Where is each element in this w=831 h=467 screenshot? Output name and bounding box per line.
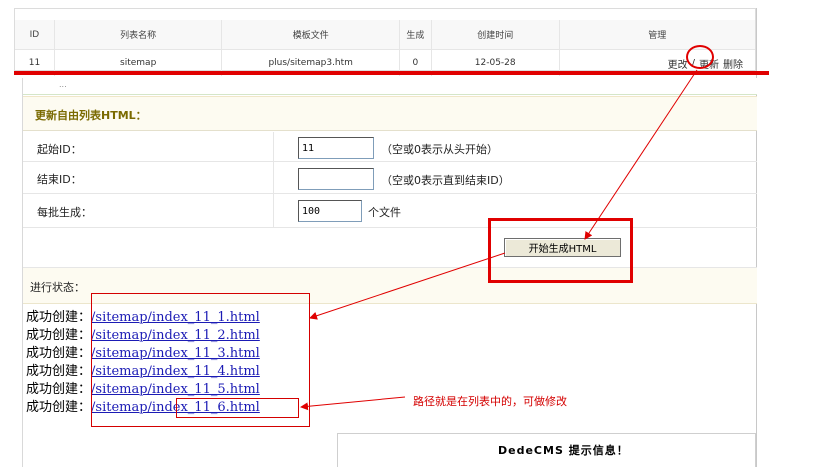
result-prefix: 成功创建： bbox=[26, 328, 92, 343]
info-box: DedeCMS 提示信息！ bbox=[337, 433, 756, 467]
result-prefix: 成功创建： bbox=[26, 364, 92, 379]
batch-unit: 个文件 bbox=[368, 206, 401, 219]
end-id-label: 结束ID： bbox=[37, 173, 82, 186]
red-divider-line bbox=[14, 71, 769, 75]
start-id-input[interactable]: 11 bbox=[298, 137, 374, 159]
end-id-hint: （空或0表示直到结束ID） bbox=[381, 174, 510, 187]
result-prefix: 成功创建： bbox=[26, 382, 92, 397]
result-prefix: 成功创建： bbox=[26, 310, 92, 325]
panel-title-bar: 更新自由列表HTML： bbox=[23, 96, 757, 131]
col-manage: 管理 bbox=[648, 31, 667, 41]
col-template: 模板文件 bbox=[222, 20, 400, 49]
annotation-note: 路径就是在列表中的，可做修改 bbox=[413, 395, 567, 408]
annotation-path-box bbox=[176, 398, 299, 418]
row-divider bbox=[273, 162, 274, 193]
row-divider bbox=[273, 132, 274, 161]
end-id-row: 结束ID： （空或0表示直到结束ID） bbox=[23, 162, 757, 194]
list-table: ID 列表名称 模板文件 生成 创建时间 管理 11 sitemap plus/… bbox=[14, 8, 756, 76]
status-label: 进行状态： bbox=[30, 281, 85, 294]
col-name: 列表名称 bbox=[55, 20, 223, 49]
edit-link[interactable]: 更改 bbox=[668, 56, 688, 71]
result-prefix: 成功创建： bbox=[26, 346, 92, 361]
start-id-label: 起始ID： bbox=[37, 143, 82, 156]
annotation-circle bbox=[686, 45, 714, 69]
strip-dots: ... bbox=[59, 80, 67, 89]
col-generated: 生成 bbox=[400, 20, 432, 49]
start-id-row: 起始ID： 11 （空或0表示从头开始） bbox=[23, 132, 757, 162]
button-row bbox=[23, 228, 757, 268]
col-created: 创建时间 bbox=[432, 20, 560, 49]
batch-row: 每批生成： 100 个文件 bbox=[23, 194, 757, 228]
col-id: ID bbox=[15, 20, 55, 49]
list-table-header: ID 列表名称 模板文件 生成 创建时间 管理 bbox=[15, 20, 755, 50]
result-prefix: 成功创建： bbox=[26, 400, 92, 415]
info-box-title: DedeCMS 提示信息！ bbox=[498, 444, 629, 457]
panel-title: 更新自由列表HTML： bbox=[35, 109, 147, 122]
delete-link[interactable]: 删除 bbox=[723, 56, 743, 71]
end-id-input[interactable] bbox=[298, 168, 374, 190]
panel-top-strip: ... bbox=[23, 78, 757, 95]
batch-label: 每批生成： bbox=[37, 206, 92, 219]
start-id-hint: （空或0表示从头开始） bbox=[381, 143, 498, 156]
batch-size-input[interactable]: 100 bbox=[298, 200, 362, 222]
annotation-button-box bbox=[488, 218, 633, 283]
row-divider bbox=[273, 194, 274, 227]
